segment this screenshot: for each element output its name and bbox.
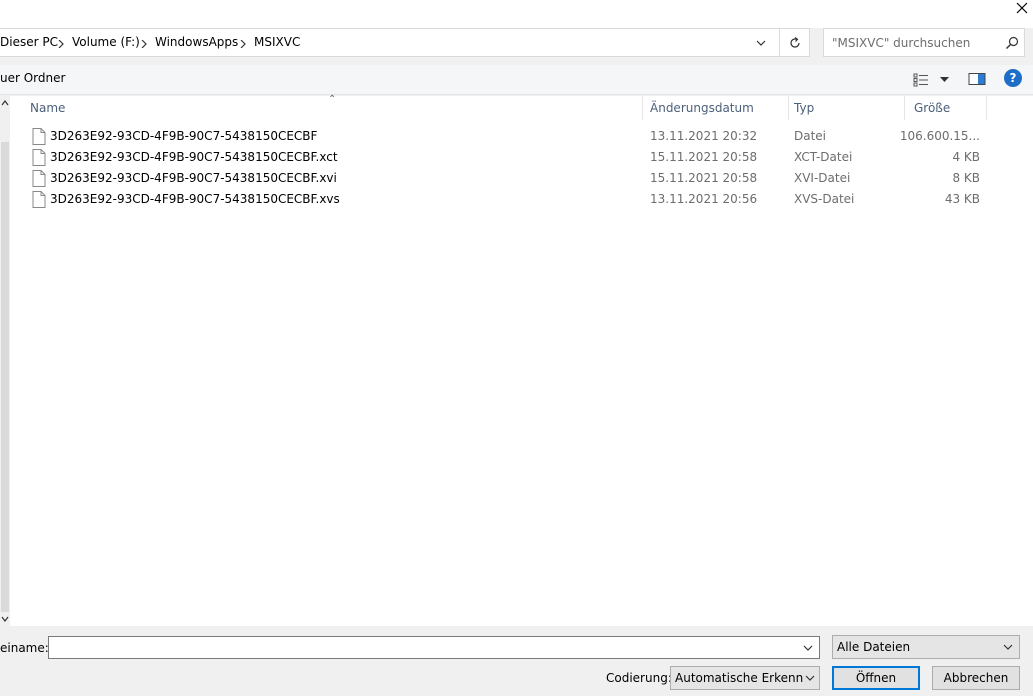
help-button[interactable]: ?	[1004, 69, 1022, 87]
open-button[interactable]: Öffnen	[832, 666, 920, 690]
column-header-name[interactable]: Name	[20, 96, 642, 120]
chevron-right-icon[interactable]	[240, 40, 246, 48]
encoding-label: Codierung:	[606, 671, 672, 685]
dialog-footer: einame: Alle Dateien Codierung: Automati…	[0, 627, 1033, 696]
file-type: XVI-Datei	[794, 171, 851, 185]
preview-pane-button[interactable]	[968, 72, 988, 88]
file-type: XVS-Datei	[794, 192, 855, 206]
filename-label: einame:	[0, 641, 49, 655]
chevron-down-icon	[803, 645, 813, 651]
toolbar: uer Ordner ?	[0, 65, 1033, 95]
file-list[interactable]: ⌃ Name Änderungsdatum Typ Größe 3D263E92…	[10, 94, 1033, 626]
search-box[interactable]	[823, 28, 1025, 57]
file-name: 3D263E92-93CD-4F9B-90C7-5438150CECBF.xvs	[50, 192, 340, 206]
breadcrumb-this-pc[interactable]: Dieser PC	[0, 35, 58, 49]
address-history-button[interactable]	[750, 29, 772, 56]
file-date: 15.11.2021 20:58	[650, 171, 758, 185]
chevron-down-icon[interactable]	[1001, 636, 1015, 658]
breadcrumb-volume[interactable]: Volume (F:)	[72, 35, 140, 49]
file-row[interactable]: 3D263E92-93CD-4F9B-90C7-5438150CECBF.xct…	[10, 147, 1033, 168]
column-header-size[interactable]: Größe	[904, 96, 986, 120]
file-icon	[32, 149, 46, 166]
file-size: 4 KB	[952, 150, 980, 164]
file-row[interactable]: 3D263E92-93CD-4F9B-90C7-5438150CECBF 13.…	[10, 126, 1033, 147]
scroll-thumb[interactable]	[1, 142, 9, 612]
file-type: XCT-Datei	[794, 150, 853, 164]
file-name: 3D263E92-93CD-4F9B-90C7-5438150CECBF	[50, 129, 318, 143]
list-header: ⌃ Name Änderungsdatum Typ Größe	[10, 94, 1033, 120]
cancel-button[interactable]: Abbrechen	[932, 666, 1020, 690]
file-size: 43 KB	[944, 192, 980, 206]
chevron-down-icon	[940, 77, 949, 82]
refresh-button[interactable]	[780, 28, 810, 57]
filename-input[interactable]	[53, 640, 793, 656]
file-row[interactable]: 3D263E92-93CD-4F9B-90C7-5438150CECBF.xvi…	[10, 168, 1033, 189]
address-bar[interactable]: Dieser PC Volume (F:) WindowsApps MSIXVC	[0, 28, 780, 57]
scroll-down-icon[interactable]	[0, 612, 10, 626]
file-icon	[32, 128, 46, 145]
encoding-select[interactable]: Automatische Erkennung	[670, 666, 820, 690]
encoding-value: Automatische Erkennung	[675, 671, 803, 685]
navigation-scrollbar[interactable]	[0, 96, 10, 626]
preview-pane-icon	[968, 73, 986, 85]
change-view-button[interactable]	[913, 72, 953, 88]
file-date: 15.11.2021 20:58	[650, 150, 758, 164]
file-row[interactable]: 3D263E92-93CD-4F9B-90C7-5438150CECBF.xvs…	[10, 189, 1033, 210]
column-header-date[interactable]: Änderungsdatum	[640, 96, 788, 120]
column-divider[interactable]	[986, 96, 987, 120]
file-icon	[32, 191, 46, 208]
chevron-right-icon[interactable]	[141, 40, 147, 48]
scroll-up-icon[interactable]	[0, 96, 10, 110]
file-date: 13.11.2021 20:32	[650, 129, 758, 143]
chevron-right-icon[interactable]	[58, 40, 64, 48]
chevron-down-icon[interactable]	[803, 667, 817, 689]
file-size: 8 KB	[952, 171, 980, 185]
column-header-type[interactable]: Typ	[784, 96, 904, 120]
filename-combobox[interactable]	[48, 636, 820, 659]
filename-history-button[interactable]	[799, 637, 817, 658]
file-size: 106.600.15...	[899, 129, 980, 143]
filetype-value: Alle Dateien	[837, 640, 911, 654]
search-icon[interactable]	[1004, 35, 1020, 51]
breadcrumb-windowsapps[interactable]: WindowsApps	[155, 35, 238, 49]
refresh-icon	[789, 36, 800, 48]
file-name: 3D263E92-93CD-4F9B-90C7-5438150CECBF.xct	[50, 150, 338, 164]
file-name: 3D263E92-93CD-4F9B-90C7-5438150CECBF.xvi	[50, 171, 337, 185]
new-folder-button[interactable]: uer Ordner	[0, 71, 65, 89]
close-button[interactable]	[1010, 0, 1033, 16]
title-strip	[0, 0, 1033, 28]
filetype-select[interactable]: Alle Dateien	[832, 635, 1020, 659]
close-icon	[1016, 2, 1027, 14]
file-type: Datei	[794, 129, 827, 143]
breadcrumb-msixvc[interactable]: MSIXVC	[254, 35, 300, 49]
chevron-down-icon	[756, 40, 766, 46]
search-input[interactable]	[832, 35, 997, 51]
file-icon	[32, 170, 46, 187]
file-date: 13.11.2021 20:56	[650, 192, 758, 206]
details-view-icon	[913, 73, 928, 87]
